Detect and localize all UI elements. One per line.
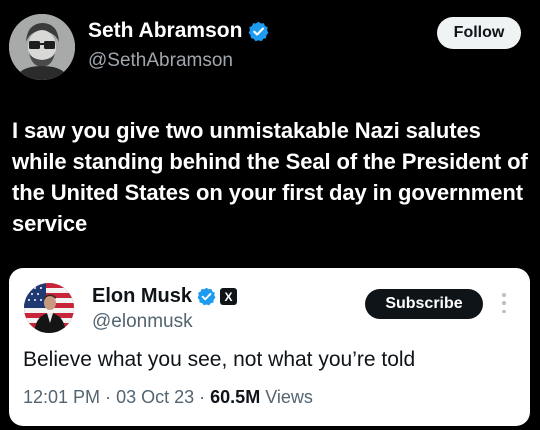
quoted-author-display-name[interactable]: Elon Musk: [92, 285, 192, 308]
x-affiliate-badge-icon[interactable]: X: [220, 288, 238, 305]
more-dot: [502, 293, 506, 297]
author-name-row: Seth Abramson: [88, 19, 269, 43]
person-with-flag-avatar-icon: [24, 283, 74, 333]
tweet-text: I saw you give two unmistakable Nazi sal…: [12, 118, 528, 236]
verified-badge-icon[interactable]: [197, 287, 216, 306]
quoted-author-avatar[interactable]: [24, 283, 74, 333]
more-dot: [502, 301, 506, 305]
quoted-author-handle[interactable]: @elonmusk: [92, 311, 193, 333]
quoted-tweet-text: Believe what you see, not what you’re to…: [23, 348, 416, 371]
tweet-time[interactable]: 12:01 PM: [23, 387, 100, 407]
quoted-author-name-row: Elon Musk X: [92, 285, 238, 308]
follow-button[interactable]: Follow: [437, 17, 521, 49]
author-display-name[interactable]: Seth Abramson: [88, 19, 242, 43]
verified-badge-icon[interactable]: [248, 21, 269, 42]
more-options-icon[interactable]: [496, 290, 512, 316]
views-count: 60.5M: [210, 387, 261, 407]
person-with-glasses-avatar-icon: [9, 14, 75, 80]
meta-separator: ·: [105, 387, 112, 407]
quoted-tweet-meta: 12:01 PM · 03 Oct 23 · 60.5M Views: [23, 387, 313, 408]
author-handle[interactable]: @SethAbramson: [88, 50, 233, 72]
quoted-tweet-card[interactable]: Elon Musk X @elonmusk Subscribe Believe …: [9, 268, 530, 426]
meta-separator: ·: [199, 387, 206, 407]
tweet-date[interactable]: 03 Oct 23: [116, 387, 194, 407]
views-label: Views: [265, 387, 313, 407]
subscribe-button[interactable]: Subscribe: [365, 289, 483, 319]
author-avatar[interactable]: [9, 14, 75, 80]
more-dot: [502, 309, 506, 313]
